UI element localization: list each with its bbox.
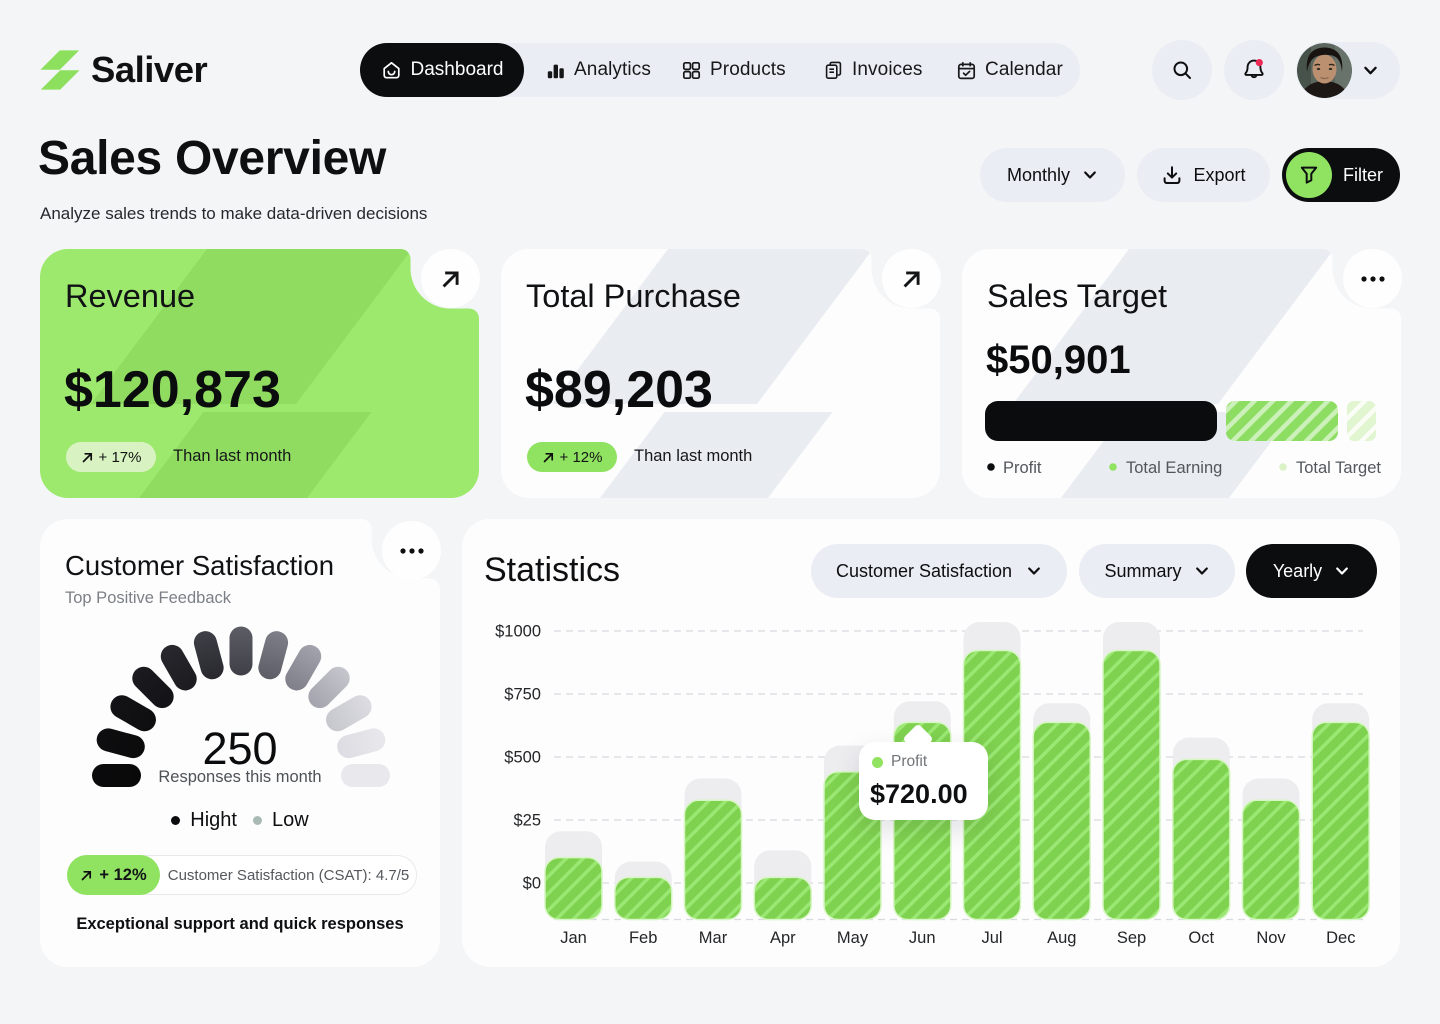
- svg-text:May: May: [837, 929, 869, 947]
- svg-text:Apr: Apr: [770, 929, 796, 947]
- svg-text:Oct: Oct: [1188, 929, 1214, 947]
- svg-text:Mar: Mar: [699, 929, 728, 947]
- svg-text:Jun: Jun: [909, 929, 936, 947]
- svg-text:Total Earning: Total Earning: [1126, 459, 1222, 477]
- svg-text:Feb: Feb: [629, 929, 657, 947]
- svg-text:Profit: Profit: [1003, 459, 1042, 477]
- svg-text:Aug: Aug: [1047, 929, 1076, 947]
- svg-text:Nov: Nov: [1256, 929, 1286, 947]
- svg-text:Jul: Jul: [981, 929, 1002, 947]
- svg-text:$1000: $1000: [495, 623, 541, 641]
- svg-text:Sep: Sep: [1117, 929, 1146, 947]
- svg-text:Total Target: Total Target: [1296, 459, 1381, 477]
- svg-text:$25: $25: [513, 812, 541, 830]
- svg-text:Dec: Dec: [1326, 929, 1355, 947]
- svg-text:$0: $0: [523, 875, 541, 893]
- svg-text:Jan: Jan: [560, 929, 587, 947]
- svg-text:$500: $500: [504, 749, 541, 767]
- svg-text:$750: $750: [504, 686, 541, 704]
